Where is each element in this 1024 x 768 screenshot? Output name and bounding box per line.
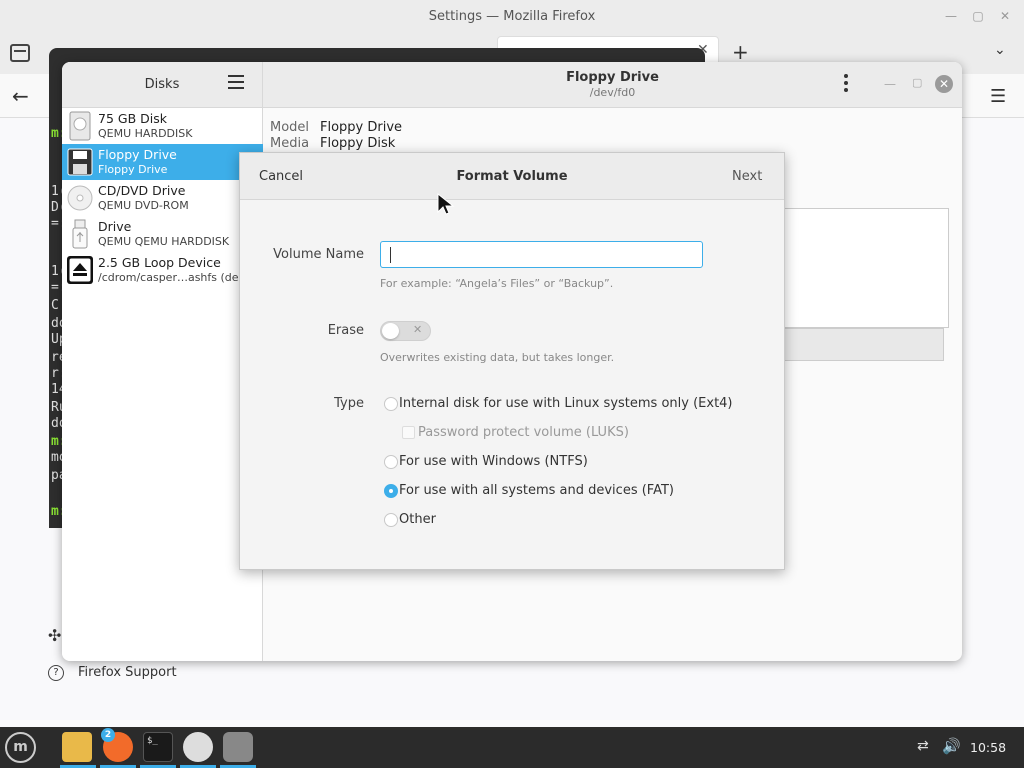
device-name: Floppy Drive — [98, 147, 177, 162]
new-tab-button[interactable]: + — [732, 40, 749, 64]
dialog-header: Format Volume Cancel Next — [240, 153, 784, 200]
toggle-off-icon: ✕ — [413, 323, 423, 336]
radio-ext4[interactable] — [384, 397, 398, 411]
disks-app-icon[interactable] — [223, 732, 253, 762]
app-menu-button[interactable]: ☰ — [990, 86, 1006, 107]
device-subtitle: QEMU QEMU HARDDISK — [98, 235, 230, 248]
option-other-label[interactable]: Other — [399, 512, 436, 527]
dialog-title: Format Volume — [456, 169, 568, 184]
format-volume-dialog: Format Volume Cancel Next Volume Name Fo… — [239, 152, 785, 570]
disks-maximize-button[interactable]: ▢ — [912, 76, 922, 89]
device-list: 75 GB Disk QEMU HARDDISK Floppy Drive Fl… — [62, 108, 271, 661]
device-name: Drive — [98, 219, 132, 234]
device-subtitle: QEMU HARDDISK — [98, 127, 193, 140]
disks-main-subtitle: /dev/fd0 — [589, 86, 636, 99]
device-name: 2.5 GB Loop Device — [98, 255, 221, 270]
mouse-pointer-icon — [437, 193, 455, 215]
option-ntfs-label[interactable]: For use with Windows (NTFS) — [399, 454, 588, 469]
usb-drive-icon — [72, 219, 88, 249]
hamburger-menu-icon[interactable] — [228, 75, 244, 91]
kebab-menu-icon[interactable] — [844, 74, 848, 94]
list-all-tabs-button[interactable]: ⌄ — [994, 42, 1006, 58]
model-value: Floppy Drive — [320, 120, 403, 135]
next-button[interactable]: Next — [732, 169, 762, 184]
files-app-icon[interactable] — [62, 732, 92, 762]
network-icon[interactable]: ⇄ — [917, 738, 929, 754]
hard-disk-icon — [69, 111, 91, 141]
optical-disc-icon — [67, 185, 93, 211]
extensions-icon[interactable]: ✣ — [48, 626, 61, 645]
disks-main-title: Floppy Drive — [566, 70, 659, 85]
type-label: Type — [334, 396, 364, 411]
device-item-cd-dvd-drive[interactable]: CD/DVD Drive QEMU DVD-ROM — [62, 180, 263, 216]
luks-checkbox — [402, 426, 415, 439]
disks-main-header — [263, 62, 962, 108]
help-icon: ? — [48, 665, 64, 681]
volume-name-input[interactable] — [380, 241, 703, 268]
back-button[interactable]: ← — [12, 84, 29, 108]
toggle-knob — [382, 323, 399, 339]
mint-menu-icon[interactable]: m — [5, 732, 36, 763]
device-item-75gb-disk[interactable]: 75 GB Disk QEMU HARDDISK — [62, 108, 263, 144]
minimize-button[interactable]: — — [943, 9, 959, 23]
device-name: 75 GB Disk — [98, 111, 167, 126]
firefox-window-count-badge: 2 — [101, 728, 115, 742]
terminal-line: C — [51, 298, 59, 313]
device-name: CD/DVD Drive — [98, 183, 186, 198]
firefox-view-icon[interactable] — [10, 44, 30, 62]
device-subtitle: QEMU DVD-ROM — [98, 199, 189, 212]
close-button[interactable]: ✕ — [997, 9, 1013, 23]
erase-toggle[interactable]: ✕ — [380, 321, 431, 341]
firefox-window-title: Settings — Mozilla Firefox — [428, 9, 596, 24]
cancel-button[interactable]: Cancel — [259, 169, 303, 184]
erase-label: Erase — [327, 323, 364, 338]
volume-name-hint: For example: “Angela’s Files” or “Backup… — [380, 277, 614, 290]
option-ext4-label[interactable]: Internal disk for use with Linux systems… — [399, 396, 733, 411]
model-label: Model — [270, 120, 310, 135]
taskbar: m 2 $_ ⇄ 🔊 10:58 — [0, 727, 1024, 768]
radio-fat[interactable] — [384, 484, 398, 498]
chromium-app-icon[interactable] — [183, 732, 213, 762]
device-item-floppy-drive[interactable]: Floppy Drive Floppy Drive — [62, 144, 263, 180]
disks-minimize-button[interactable]: — — [884, 77, 896, 91]
device-item-drive[interactable]: Drive QEMU QEMU HARDDISK — [62, 216, 263, 252]
device-subtitle: Floppy Drive — [98, 163, 168, 176]
radio-ntfs[interactable] — [384, 455, 398, 469]
media-value: Floppy Disk — [320, 136, 396, 151]
media-label: Media — [270, 136, 310, 151]
option-fat-label[interactable]: For use with all systems and devices (FA… — [399, 483, 674, 498]
text-caret — [390, 247, 391, 263]
clock[interactable]: 10:58 — [970, 740, 1006, 755]
floppy-disk-icon — [67, 148, 93, 176]
option-luks-label: Password protect volume (LUKS) — [418, 425, 629, 440]
maximize-button[interactable]: ▢ — [970, 9, 986, 23]
eject-icon — [67, 256, 93, 284]
volume-name-label: Volume Name — [273, 247, 364, 262]
radio-other[interactable] — [384, 513, 398, 527]
disks-sidebar-header: Disks — [62, 62, 263, 108]
device-item-loop-device[interactable]: 2.5 GB Loop Device /cdrom/casper…ashfs (… — [62, 252, 271, 288]
volume-icon[interactable]: 🔊 — [942, 737, 961, 755]
firefox-support-link[interactable]: Firefox Support — [78, 665, 177, 680]
disks-close-button[interactable]: ✕ — [935, 75, 953, 93]
terminal-app-icon[interactable]: $_ — [143, 732, 173, 762]
erase-hint: Overwrites existing data, but takes long… — [380, 351, 615, 364]
firefox-titlebar: Settings — Mozilla Firefox — ▢ ✕ — [0, 0, 1024, 34]
